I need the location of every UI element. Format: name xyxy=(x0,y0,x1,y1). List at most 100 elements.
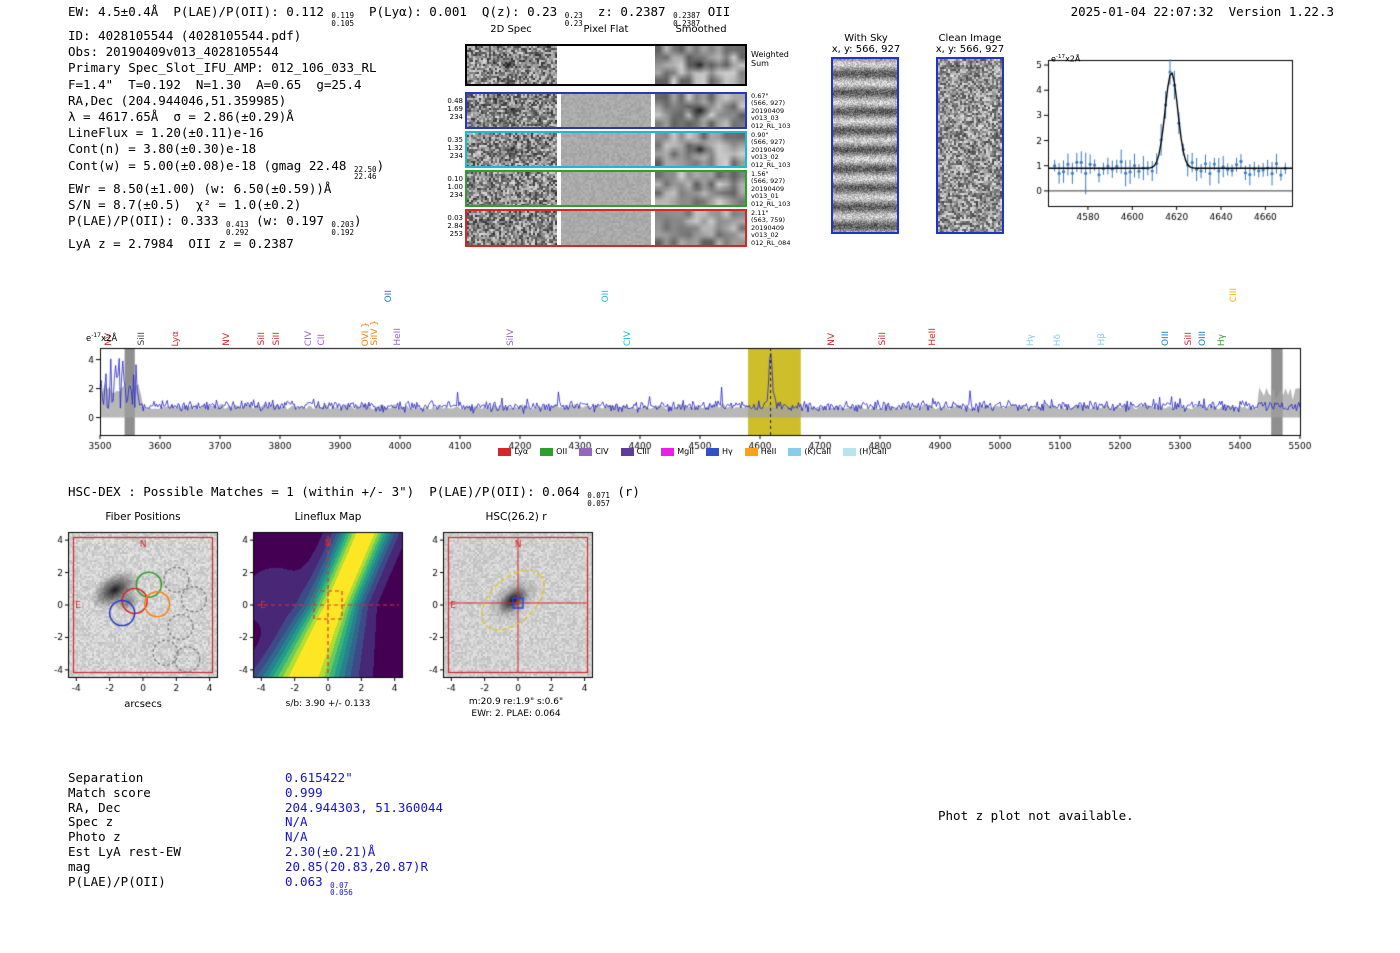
legend-item: (H)CaII xyxy=(843,447,887,456)
spec2d-image xyxy=(467,133,557,166)
spec2d-row-annotation: 2.11" (563, 759) 20190409 v013_02 012_RL_084 xyxy=(751,209,791,247)
legend-swatch xyxy=(620,447,634,456)
spec2d-row xyxy=(465,170,747,207)
info-line: RA,Dec (204.944046,51.359985) xyxy=(68,92,287,108)
legend-label: Lyα xyxy=(514,447,529,456)
legend-swatch xyxy=(498,447,512,456)
stacked-value: 0.07 0.056 xyxy=(330,880,353,898)
legend-label: HeII xyxy=(760,447,777,456)
info-line: P(LAE)/P(OII): 0.333 0.413 0.292 (w: 0.19… xyxy=(68,213,362,237)
legend-swatch xyxy=(540,447,554,456)
spec2d-col-title: Pixel Flat xyxy=(583,24,629,35)
spec2d-col-title: Smoothed xyxy=(675,24,727,35)
table-label: mag xyxy=(68,858,91,874)
table-row: Photo z N/A xyxy=(68,829,443,845)
stacked-value: 0.203 0.192 xyxy=(331,220,354,237)
stacked-value: 22.50 22.46 xyxy=(353,164,377,182)
legend-swatch xyxy=(661,447,675,456)
legend-label: (K)CaII xyxy=(804,447,832,456)
match-table: Separation 0.615422" Match score 0.999 RA, D… xyxy=(68,770,444,898)
emission-line-label: OII xyxy=(601,289,611,302)
legend-label: CIII xyxy=(636,447,650,456)
clean-panel xyxy=(936,57,1004,234)
smoothed-image xyxy=(655,133,745,166)
spec2d-image xyxy=(467,46,557,84)
table-value: 2.30(±0.21)Å xyxy=(285,843,376,859)
legend-swatch xyxy=(579,447,593,456)
table-value: 0.063 0.07 0.056 xyxy=(285,873,353,898)
table-row: RA, Dec 204.944303, 51.360044 xyxy=(68,799,444,816)
clean-title: Clean Image xyxy=(938,33,1002,44)
spec2d-image xyxy=(467,94,557,127)
emission-line-label: CIII xyxy=(1229,287,1240,302)
spec2d-row-left-label: 0.03 2.84 253 xyxy=(447,214,463,238)
fiber-canvas xyxy=(46,526,222,698)
table-label: Spec z xyxy=(68,814,114,830)
legend-swatch xyxy=(843,447,857,456)
legend-swatch xyxy=(705,447,719,456)
fiber-positions-title: Fiber Positions xyxy=(105,511,181,523)
hsc-image-title: HSC(26.2) r xyxy=(485,511,547,523)
lineflux-caption: s/b: 3.90 +/- 0.133 xyxy=(285,699,371,709)
info-line: EWr = 8.50(±1.00) (w: 6.50(±0.59))Å xyxy=(68,180,332,196)
table-row: Match score 0.999 xyxy=(68,784,443,801)
legend-item: Hγ xyxy=(705,447,733,456)
spec2d-panel: 2D Spec Pixel Flat Smoothed Weighted Sum 0.48… xyxy=(444,24,794,254)
smoothed-image xyxy=(655,211,745,245)
photz-note: Phot z plot not available. xyxy=(938,808,1134,823)
info-line: λ = 4617.65Å σ = 2.86(±0.29)Å xyxy=(68,109,294,125)
fiber-xlabel: arcsecs xyxy=(124,699,162,710)
legend-label: MgII xyxy=(677,447,694,456)
clean-subtitle: x, y: 566, 927 xyxy=(935,44,1005,55)
legend-swatch xyxy=(744,447,758,456)
table-value: 204.944303, 51.360044 xyxy=(285,799,444,815)
legend-item: HeII xyxy=(744,447,777,456)
legend-label: CIV xyxy=(595,447,609,456)
spectrum-ylabel: e-17x2Å xyxy=(86,332,118,344)
withsky-image xyxy=(833,59,897,232)
spectrum-legend: Lyα OII CIV CIII MgII Hγ HeII (K)CaII (H)CaII xyxy=(70,447,1315,456)
fluxmap-canvas xyxy=(231,526,407,698)
pixelflat-image xyxy=(561,133,651,166)
legend-item: OII xyxy=(540,447,567,456)
legend-label: OII xyxy=(556,447,568,456)
clean-image xyxy=(938,59,1002,232)
spec2d-row-left-label: 0.48 1.69 234 xyxy=(447,97,463,121)
table-row: Est LyA rest-EW 2.30(±0.21)Å xyxy=(68,843,443,860)
spec2d-row xyxy=(465,131,747,168)
emission-line-label: OII xyxy=(384,289,395,302)
legend-swatch xyxy=(788,447,802,456)
spec2d-row xyxy=(465,44,747,86)
stacked-value: 0.119 0.105 xyxy=(331,11,354,28)
withsky-subtitle: x, y: 566, 927 xyxy=(831,44,901,55)
spec2d-row-annotation: Weighted Sum xyxy=(751,50,789,68)
spec2d-row-annotation: 0.90" (566, 927) 20190409 v013_02 012_RL_103 xyxy=(751,131,791,169)
info-line: Obs: 20190409v013_4028105544 xyxy=(68,44,279,60)
legend-item: (K)CaII xyxy=(788,447,831,456)
table-label: Match score xyxy=(68,784,151,800)
smoothed-image xyxy=(655,94,745,127)
pixelflat-image xyxy=(561,94,651,127)
hsc-canvas xyxy=(421,526,597,698)
pixelflat-image xyxy=(561,46,651,84)
table-label: Est LyA rest-EW xyxy=(68,843,181,859)
elixer-report-page: EW: 4.5±0.4Å P(LAE)/P(OII): 0.112 0.119 0… xyxy=(0,0,1400,953)
spec2d-row-left-label: 0.35 1.32 234 xyxy=(447,136,463,160)
pixelflat-image xyxy=(561,172,651,205)
info-line: Cont(w) = 5.00(±0.08)e-18 (gmag 22.48 22… xyxy=(68,157,385,182)
pixelflat-image xyxy=(561,211,651,245)
hsc-caption2: EWr: 2. PLAE: 0.064 xyxy=(471,709,561,719)
table-value: 0.615422" xyxy=(285,770,353,785)
spec2d-col-title: 2D Spec xyxy=(490,24,532,35)
table-row: P(LAE)/P(OII) 0.063 0.07 0.056 xyxy=(68,873,443,898)
legend-item: MgII xyxy=(661,447,694,456)
spec2d-row xyxy=(465,92,747,129)
hsc-dex-header: HSC-DEX : Possible Matches = 1 (within +… xyxy=(68,484,640,508)
lineflux-map-title: Lineflux Map xyxy=(294,511,362,523)
withsky-panel xyxy=(831,57,899,234)
legend-item: CIV xyxy=(579,447,609,456)
info-line: LyA z = 2.7984 OII z = 0.2387 xyxy=(68,236,294,252)
table-value: 0.999 xyxy=(285,784,323,800)
stacked-value: 0.071 0.057 xyxy=(587,491,610,508)
legend-label: Hγ xyxy=(721,447,733,456)
